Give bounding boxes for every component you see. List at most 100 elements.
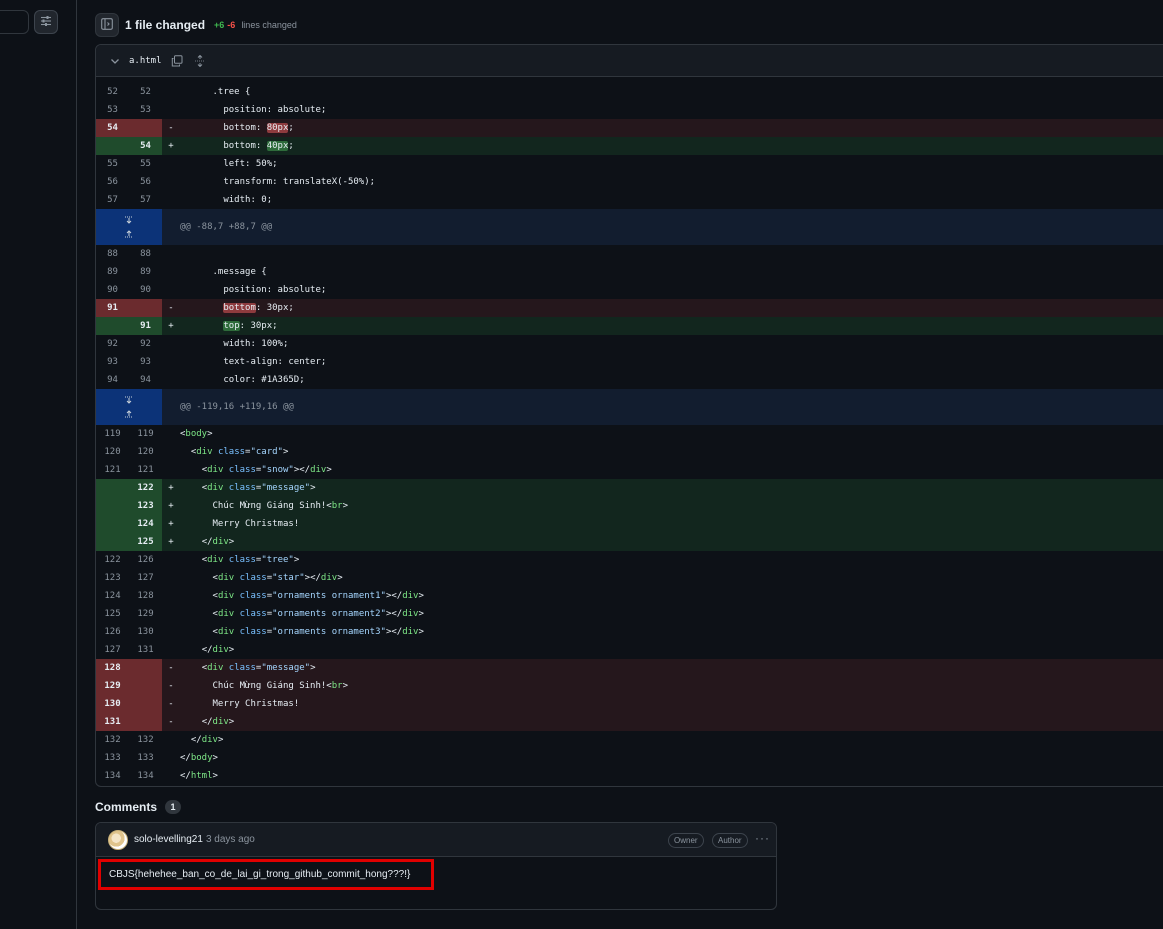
old-line-number[interactable]: 55 xyxy=(96,155,129,173)
old-line-number[interactable]: 125 xyxy=(96,605,129,623)
old-line-number[interactable]: 120 xyxy=(96,443,129,461)
expand-hunk-icon[interactable] xyxy=(96,389,162,425)
old-line-number[interactable]: 121 xyxy=(96,461,129,479)
new-line-number[interactable]: 127 xyxy=(129,569,162,587)
diff-lines: 52 52 .tree {53 53 position: absolute; 54- … xyxy=(96,77,1163,785)
new-line-number[interactable]: 94 xyxy=(129,371,162,389)
comments-title: Comments xyxy=(95,800,158,814)
old-line-number[interactable] xyxy=(96,317,129,335)
new-line-number[interactable]: 92 xyxy=(129,335,162,353)
old-line-number[interactable]: 133 xyxy=(96,749,129,767)
new-line-number[interactable]: 52 xyxy=(129,83,162,101)
old-line-number[interactable]: 132 xyxy=(96,731,129,749)
new-line-number[interactable]: 128 xyxy=(129,587,162,605)
comment-author[interactable]: solo-levelling21 xyxy=(134,834,203,845)
new-line-number[interactable] xyxy=(129,659,162,677)
new-line-number[interactable]: 131 xyxy=(129,641,162,659)
copy-icon[interactable] xyxy=(171,54,183,67)
old-line-number[interactable] xyxy=(96,137,129,155)
old-line-number[interactable]: 126 xyxy=(96,623,129,641)
diff-sign: + xyxy=(168,537,174,547)
settings-button[interactable] xyxy=(34,10,58,34)
old-line-number[interactable]: 119 xyxy=(96,425,129,443)
old-line-number[interactable]: 57 xyxy=(96,191,129,209)
file-name[interactable]: a.html xyxy=(129,56,162,66)
old-line-number[interactable]: 128 xyxy=(96,659,129,677)
old-line-number[interactable] xyxy=(96,497,129,515)
new-line-number[interactable]: 121 xyxy=(129,461,162,479)
new-line-number[interactable]: 120 xyxy=(129,443,162,461)
new-line-number[interactable]: 56 xyxy=(129,173,162,191)
new-line-number[interactable]: 93 xyxy=(129,353,162,371)
new-line-number[interactable]: 122 xyxy=(129,479,162,497)
context-line: 94 94 color: #1A365D; xyxy=(96,371,1163,389)
new-line-number[interactable]: 125 xyxy=(129,533,162,551)
context-line: 133 133 </body> xyxy=(96,749,1163,767)
new-line-number[interactable]: 133 xyxy=(129,749,162,767)
toggle-file-tree-button[interactable] xyxy=(95,13,119,37)
new-line-number[interactable] xyxy=(129,677,162,695)
new-line-number[interactable]: 129 xyxy=(129,605,162,623)
old-line-number[interactable]: 91 xyxy=(96,299,129,317)
diff-sign: + xyxy=(168,501,174,511)
old-line-number[interactable]: 90 xyxy=(96,281,129,299)
old-line-number[interactable]: 88 xyxy=(96,245,129,263)
old-line-number[interactable]: 94 xyxy=(96,371,129,389)
new-line-number[interactable]: 91 xyxy=(129,317,162,335)
code-line: width: 100%; xyxy=(180,339,289,349)
old-line-number[interactable]: 127 xyxy=(96,641,129,659)
old-line-number[interactable]: 129 xyxy=(96,677,129,695)
unfold-icon[interactable] xyxy=(194,54,206,67)
new-line-number[interactable]: 90 xyxy=(129,281,162,299)
old-line-number[interactable]: 89 xyxy=(96,263,129,281)
new-line-number[interactable]: 88 xyxy=(129,245,162,263)
old-line-number[interactable] xyxy=(96,533,129,551)
file-filter-input[interactable] xyxy=(0,10,29,34)
new-line-number[interactable]: 132 xyxy=(129,731,162,749)
chevron-down-icon[interactable] xyxy=(109,55,121,67)
old-line-number[interactable] xyxy=(96,479,129,497)
hunk-range: @@ -119,16 +119,16 @@ xyxy=(180,402,294,412)
new-line-number[interactable]: 57 xyxy=(129,191,162,209)
old-line-number[interactable]: 52 xyxy=(96,83,129,101)
code-line: Merry Christmas! xyxy=(212,699,300,709)
context-line: 127 131 </div> xyxy=(96,641,1163,659)
new-line-number[interactable] xyxy=(129,119,162,137)
more-options-icon[interactable]: ··· xyxy=(755,831,770,845)
new-line-number[interactable]: 124 xyxy=(129,515,162,533)
added-line: 124 + Merry Christmas! xyxy=(96,515,1163,533)
new-line-number[interactable] xyxy=(129,713,162,731)
old-line-number[interactable]: 56 xyxy=(96,173,129,191)
old-line-number[interactable]: 92 xyxy=(96,335,129,353)
added-line: 123 + Chúc Mừng Giáng Sinh!<br> xyxy=(96,497,1163,515)
new-line-number[interactable] xyxy=(129,299,162,317)
old-line-number[interactable]: 134 xyxy=(96,767,129,785)
comment-timestamp[interactable]: 3 days ago xyxy=(206,834,255,845)
old-line-number[interactable]: 124 xyxy=(96,587,129,605)
context-line: 89 89 .message { xyxy=(96,263,1163,281)
new-line-number[interactable]: 126 xyxy=(129,551,162,569)
old-line-number[interactable]: 53 xyxy=(96,101,129,119)
old-line-number[interactable]: 130 xyxy=(96,695,129,713)
new-line-number[interactable]: 55 xyxy=(129,155,162,173)
changed-token: 80px xyxy=(266,123,289,133)
old-line-number[interactable]: 131 xyxy=(96,713,129,731)
new-line-number[interactable]: 130 xyxy=(129,623,162,641)
new-line-number[interactable]: 89 xyxy=(129,263,162,281)
new-line-number[interactable]: 123 xyxy=(129,497,162,515)
old-line-number[interactable]: 123 xyxy=(96,569,129,587)
expand-hunk-icon[interactable] xyxy=(96,209,162,245)
new-line-number[interactable] xyxy=(129,695,162,713)
old-line-number[interactable] xyxy=(96,515,129,533)
diff-sign: - xyxy=(168,717,174,727)
context-line: 93 93 text-align: center; xyxy=(96,353,1163,371)
new-line-number[interactable]: 54 xyxy=(129,137,162,155)
old-line-number[interactable]: 93 xyxy=(96,353,129,371)
avatar[interactable] xyxy=(108,829,128,850)
new-line-number[interactable]: 53 xyxy=(129,101,162,119)
old-line-number[interactable]: 122 xyxy=(96,551,129,569)
new-line-number[interactable]: 119 xyxy=(129,425,162,443)
context-line: 125 129 <div class="ornaments ornament2">… xyxy=(96,605,1163,623)
old-line-number[interactable]: 54 xyxy=(96,119,129,137)
new-line-number[interactable]: 134 xyxy=(129,767,162,785)
